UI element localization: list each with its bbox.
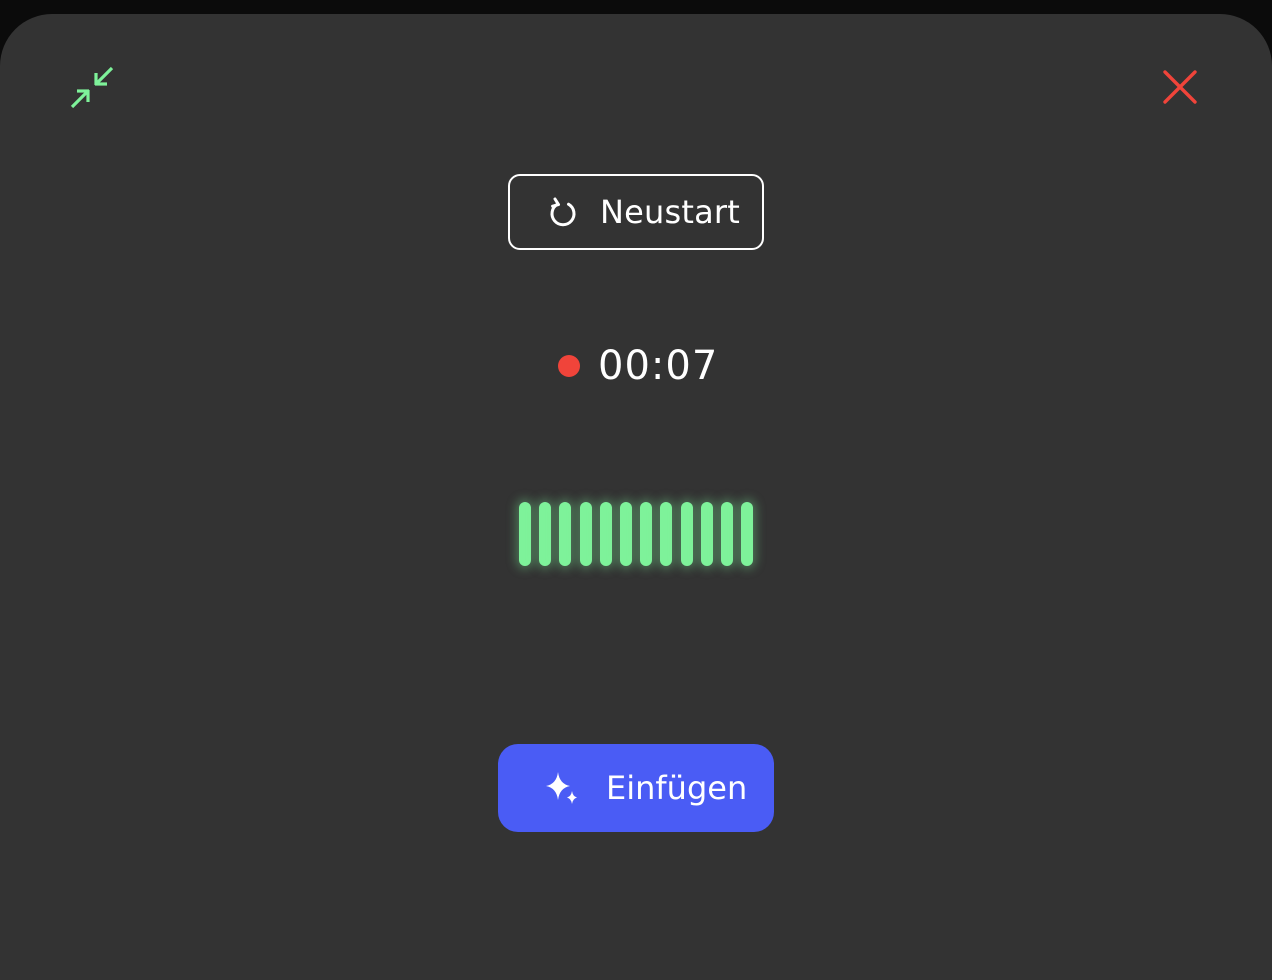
audio-level-bar: [721, 502, 733, 566]
recording-timer: 00:07: [558, 338, 718, 394]
minimize-button[interactable]: [66, 64, 118, 110]
compress-arrows-icon: [70, 66, 114, 109]
recording-indicator-dot: [558, 355, 580, 377]
restart-button-label: Neustart: [600, 193, 741, 231]
audio-level-bar: [620, 502, 632, 566]
audio-level-bar: [539, 502, 552, 566]
sparkle-icon: [542, 768, 582, 808]
audio-level-bar: [599, 502, 612, 566]
restart-button[interactable]: Neustart: [508, 174, 764, 250]
audio-level-bar: [640, 502, 653, 566]
close-button[interactable]: [1156, 64, 1204, 110]
audio-level-bar: [680, 502, 693, 566]
audio-level-meter: [519, 502, 755, 566]
close-x-icon: [1163, 70, 1197, 104]
audio-level-bar: [579, 502, 592, 566]
elapsed-time: 00:07: [598, 343, 719, 389]
recording-panel: Neustart 00:07 Einfügen: [0, 14, 1272, 980]
audio-level-bar: [700, 502, 713, 566]
audio-level-bar: [660, 502, 673, 566]
insert-button-label: Einfügen: [606, 769, 748, 807]
audio-level-bar: [559, 502, 572, 566]
restart-circular-arrow-icon: [546, 195, 580, 229]
audio-level-bar: [741, 502, 754, 566]
audio-level-bar: [519, 502, 531, 566]
insert-button[interactable]: Einfügen: [498, 744, 774, 832]
